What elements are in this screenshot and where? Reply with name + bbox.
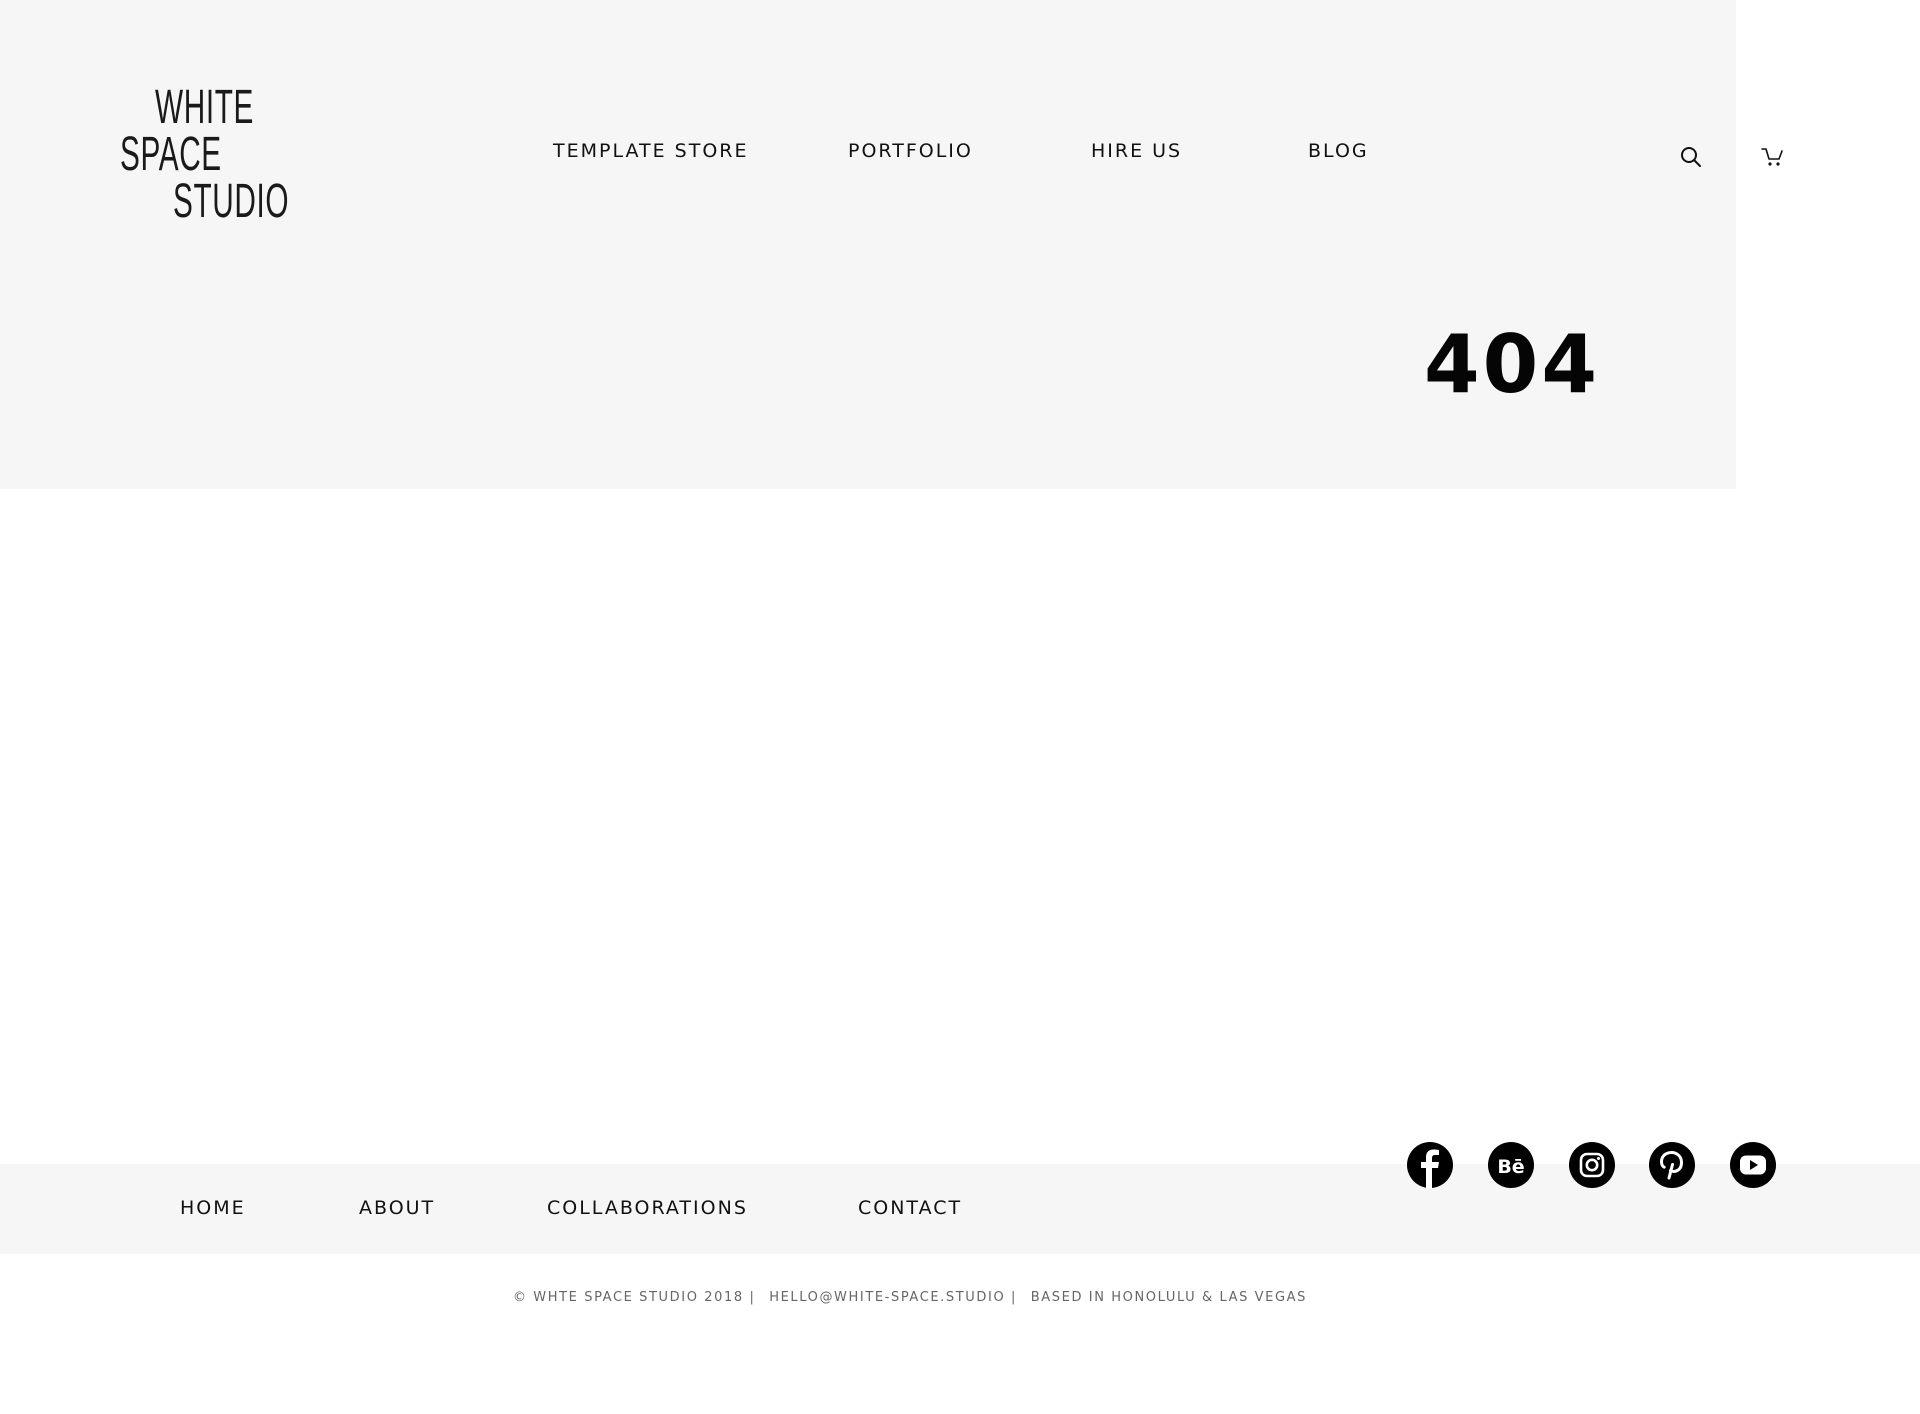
instagram-icon — [1579, 1152, 1605, 1178]
instagram-link[interactable] — [1569, 1142, 1615, 1188]
svg-text:Bē: Bē — [1497, 1156, 1524, 1178]
search-icon — [1681, 147, 1701, 167]
footer-nav-about[interactable]: ABOUT — [359, 1197, 435, 1219]
footer-nav-contact[interactable]: CONTACT — [858, 1197, 962, 1219]
footer-nav-collaborations[interactable]: COLLABORATIONS — [547, 1197, 748, 1219]
facebook-link[interactable] — [1407, 1142, 1453, 1188]
nav-blog[interactable]: BLOG — [1308, 140, 1369, 162]
nav-hire-us[interactable]: HIRE US — [1091, 140, 1182, 162]
cart-icon — [1761, 148, 1783, 166]
error-code: 404 — [1424, 318, 1600, 411]
behance-icon: Bē — [1497, 1156, 1524, 1178]
search-button[interactable] — [1678, 144, 1704, 170]
location-text: BASED IN HONOLULU & LAS VEGAS — [1030, 1290, 1308, 1305]
pinterest-icon — [1660, 1151, 1683, 1180]
logo-line-3: STUDIO — [173, 175, 290, 228]
copyright-line: © WHTE SPACE STUDIO 2018 | HELLO@WHITE-S… — [0, 1290, 1820, 1305]
hero-band: WHITE SPACE STUDIO TEMPLATE STORE PORTFO… — [0, 0, 1736, 489]
youtube-link[interactable] — [1730, 1142, 1776, 1188]
copyright-text: © WHTE SPACE STUDIO 2018 | — [512, 1290, 756, 1305]
main-nav: TEMPLATE STORE PORTFOLIO HIRE US BLOG — [0, 140, 1736, 170]
nav-portfolio[interactable]: PORTFOLIO — [848, 140, 973, 162]
cart-button[interactable] — [1760, 144, 1786, 170]
page: WHITE SPACE STUDIO TEMPLATE STORE PORTFO… — [0, 0, 1920, 1414]
facebook-icon — [1421, 1149, 1439, 1188]
nav-template-store[interactable]: TEMPLATE STORE — [553, 140, 748, 162]
footer-nav-home[interactable]: HOME — [180, 1197, 246, 1219]
logo-line-1: WHITE — [155, 81, 254, 134]
pinterest-link[interactable] — [1649, 1142, 1695, 1188]
contact-email[interactable]: HELLO@WHITE-SPACE.STUDIO | — [769, 1290, 1017, 1305]
youtube-icon — [1740, 1155, 1766, 1175]
behance-link[interactable]: Bē — [1488, 1142, 1534, 1188]
